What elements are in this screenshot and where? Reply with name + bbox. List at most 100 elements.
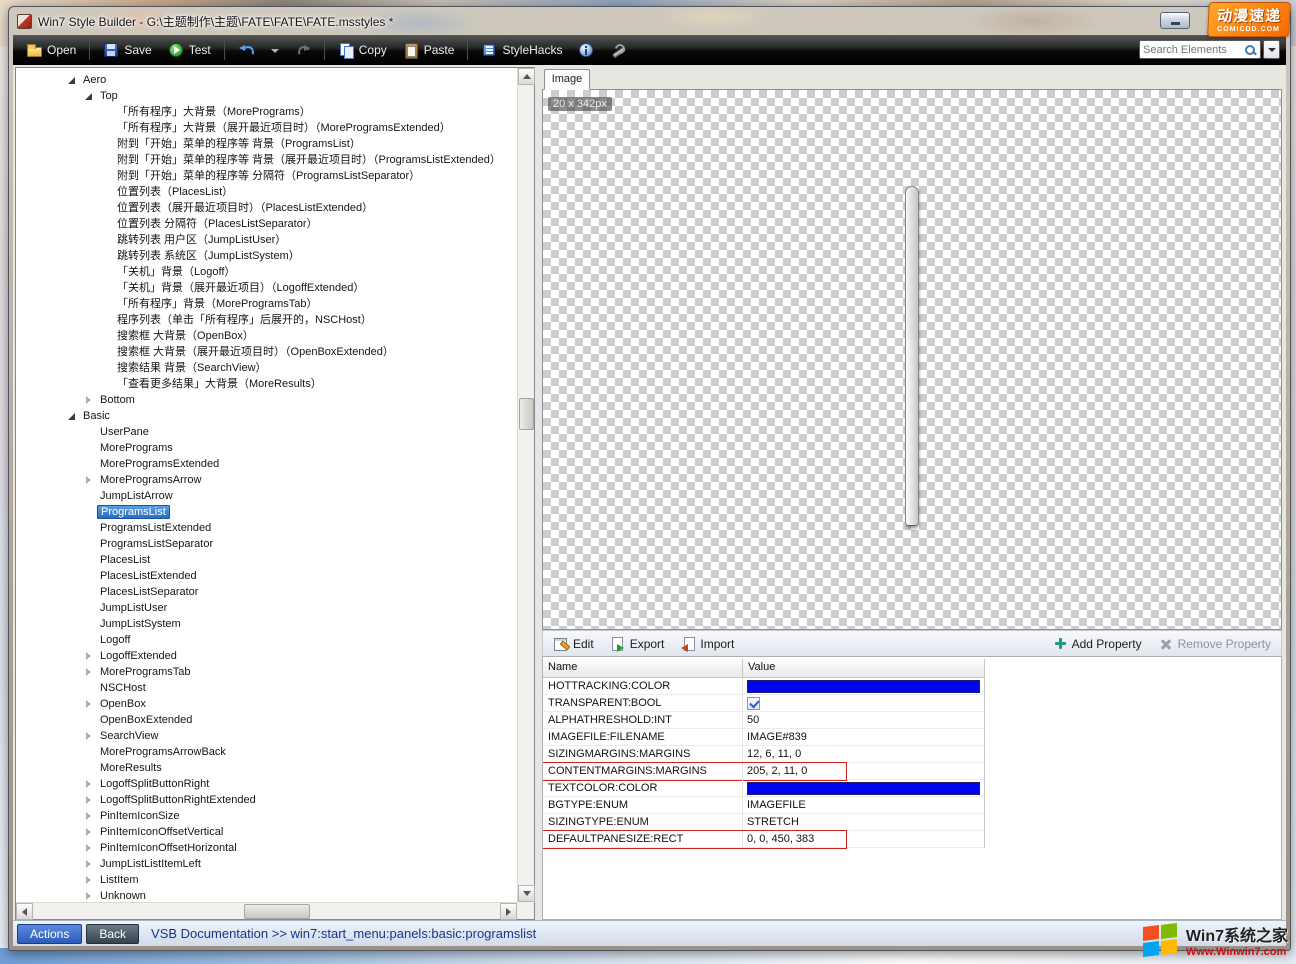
tree-expand-icon[interactable]: [83, 587, 94, 598]
tree-item[interactable]: PlacesListExtended: [16, 568, 517, 584]
tree-expand-icon[interactable]: [100, 107, 111, 118]
property-row[interactable]: ALPHATHRESHOLD:INT 50: [543, 712, 985, 729]
tree-item[interactable]: 搜索结果 背景（SearchView）: [16, 360, 517, 376]
tree-expand-icon[interactable]: [83, 795, 94, 806]
property-value[interactable]: 50: [743, 712, 985, 729]
tree-expand-icon[interactable]: [83, 459, 94, 470]
tree-item[interactable]: MoreResults: [16, 760, 517, 776]
tree-expand-icon[interactable]: [100, 379, 111, 390]
search-box[interactable]: [1139, 40, 1261, 59]
tree-item[interactable]: JumpListArrow: [16, 488, 517, 504]
import-button[interactable]: Import: [680, 636, 734, 652]
tree-expand-icon[interactable]: [83, 779, 94, 790]
search-dropdown-button[interactable]: [1263, 40, 1280, 59]
tree-item[interactable]: 「查看更多结果」大背景（MoreResults）: [16, 376, 517, 392]
search-icon[interactable]: [1243, 43, 1257, 57]
tree-item[interactable]: Basic: [16, 408, 517, 424]
property-value[interactable]: [743, 780, 985, 797]
tree-item[interactable]: PinItemIconOffsetVertical: [16, 824, 517, 840]
info-button[interactable]: [571, 39, 601, 61]
tree-item[interactable]: 附到「开始」菜单的程序等 分隔符（ProgramsListSeparator）: [16, 168, 517, 184]
tree-expand-icon[interactable]: [83, 571, 94, 582]
property-row[interactable]: TEXTCOLOR:COLOR: [543, 780, 985, 797]
image-preview-area[interactable]: 20 x 342px: [542, 89, 1282, 630]
remove-property-button[interactable]: Remove Property: [1158, 636, 1271, 652]
tree-expand-icon[interactable]: [83, 843, 94, 854]
edit-button[interactable]: Edit: [553, 636, 594, 652]
tree-expand-icon[interactable]: [100, 187, 111, 198]
scroll-right-button[interactable]: [500, 903, 517, 920]
tools-button[interactable]: [603, 39, 633, 61]
vertical-scroll-thumb[interactable]: [519, 398, 534, 430]
tree-item[interactable]: MoreProgramsExtended: [16, 456, 517, 472]
bool-checkbox[interactable]: [747, 697, 760, 710]
tree-expand-icon[interactable]: [83, 491, 94, 502]
tree-expand-icon[interactable]: [83, 811, 94, 822]
tree-item[interactable]: LogoffSplitButtonRight: [16, 776, 517, 792]
paste-button[interactable]: Paste: [396, 39, 462, 61]
tree-expand-icon[interactable]: [83, 539, 94, 550]
column-header-value[interactable]: Value: [743, 659, 985, 678]
tree-expand-icon[interactable]: [100, 347, 111, 358]
tree-item[interactable]: LogoffSplitButtonRightExtended: [16, 792, 517, 808]
tree-expand-icon[interactable]: [83, 619, 94, 630]
tree-item[interactable]: Bottom: [16, 392, 517, 408]
tree-item[interactable]: 搜索框 大背景（展开最近项目时）（OpenBoxExtended）: [16, 344, 517, 360]
minimize-button[interactable]: [1160, 12, 1190, 29]
tree-item[interactable]: OpenBox: [16, 696, 517, 712]
tab-image[interactable]: Image: [544, 69, 590, 90]
tree-item[interactable]: 位置列表（展开最近项目时）（PlacesListExtended）: [16, 200, 517, 216]
tree-expand-icon[interactable]: [100, 283, 111, 294]
tree-expand-icon[interactable]: [83, 683, 94, 694]
tree-item[interactable]: NSCHost: [16, 680, 517, 696]
tree-expand-icon[interactable]: [100, 219, 111, 230]
tree-expand-icon[interactable]: [66, 75, 77, 86]
redo-button[interactable]: [288, 39, 318, 61]
property-row[interactable]: DEFAULTPANESIZE:RECT 0, 0, 450, 383: [543, 831, 985, 848]
tree-item[interactable]: Aero: [16, 72, 517, 88]
tree-item[interactable]: JumpListListItemLeft: [16, 856, 517, 872]
tree-expand-icon[interactable]: [83, 395, 94, 406]
tree-expand-icon[interactable]: [100, 139, 111, 150]
actions-button[interactable]: Actions: [17, 924, 82, 944]
tree-item[interactable]: 位置列表（PlacesList）: [16, 184, 517, 200]
undo-dropdown-button[interactable]: [263, 39, 286, 61]
tree-item[interactable]: JumpListUser: [16, 600, 517, 616]
tree-horizontal-scrollbar[interactable]: [16, 902, 517, 919]
tree-expand-icon[interactable]: [100, 331, 111, 342]
tree-expand-icon[interactable]: [100, 235, 111, 246]
property-value[interactable]: 0, 0, 450, 383: [743, 831, 985, 848]
scroll-left-button[interactable]: [16, 903, 33, 920]
copy-button[interactable]: Copy: [331, 39, 394, 61]
scroll-down-button[interactable]: [518, 885, 535, 902]
tree-item[interactable]: OpenBoxExtended: [16, 712, 517, 728]
tree-expand-icon[interactable]: [83, 651, 94, 662]
tree-item[interactable]: 附到「开始」菜单的程序等 背景（ProgramsList）: [16, 136, 517, 152]
tree-expand-icon[interactable]: [100, 171, 111, 182]
property-row[interactable]: IMAGEFILE:FILENAME IMAGE#839: [543, 729, 985, 746]
tree-item[interactable]: 「所有程序」大背景（展开最近项目时）（MoreProgramsExtended）: [16, 120, 517, 136]
tree-item[interactable]: ProgramsListSeparator: [16, 536, 517, 552]
tree-item[interactable]: 「所有程序」大背景（MorePrograms）: [16, 104, 517, 120]
tree-expand-icon[interactable]: [83, 699, 94, 710]
column-header-name[interactable]: Name: [543, 659, 743, 678]
save-button[interactable]: Save: [96, 39, 158, 61]
tree-item[interactable]: 跳转列表 系统区（JumpListSystem）: [16, 248, 517, 264]
tree-item[interactable]: 「关机」背景（展开最近项目）（LogoffExtended）: [16, 280, 517, 296]
tree-expand-icon[interactable]: [83, 443, 94, 454]
tree-expand-icon[interactable]: [83, 763, 94, 774]
tree-item[interactable]: LogoffExtended: [16, 648, 517, 664]
tree-item[interactable]: ProgramsList: [16, 504, 517, 520]
open-button[interactable]: Open: [19, 39, 83, 61]
search-input[interactable]: [1143, 44, 1243, 56]
tree-item[interactable]: PinItemIconSize: [16, 808, 517, 824]
tree-expand-icon[interactable]: [83, 891, 94, 902]
property-row[interactable]: HOTTRACKING:COLOR: [543, 678, 985, 695]
tree-item[interactable]: ProgramsListExtended: [16, 520, 517, 536]
tree-item[interactable]: Logoff: [16, 632, 517, 648]
tree-expand-icon[interactable]: [83, 555, 94, 566]
tree-item[interactable]: MoreProgramsArrowBack: [16, 744, 517, 760]
tree-expand-icon[interactable]: [83, 603, 94, 614]
tree-vertical-scrollbar[interactable]: [517, 68, 534, 902]
tree-expand-icon[interactable]: [100, 315, 111, 326]
